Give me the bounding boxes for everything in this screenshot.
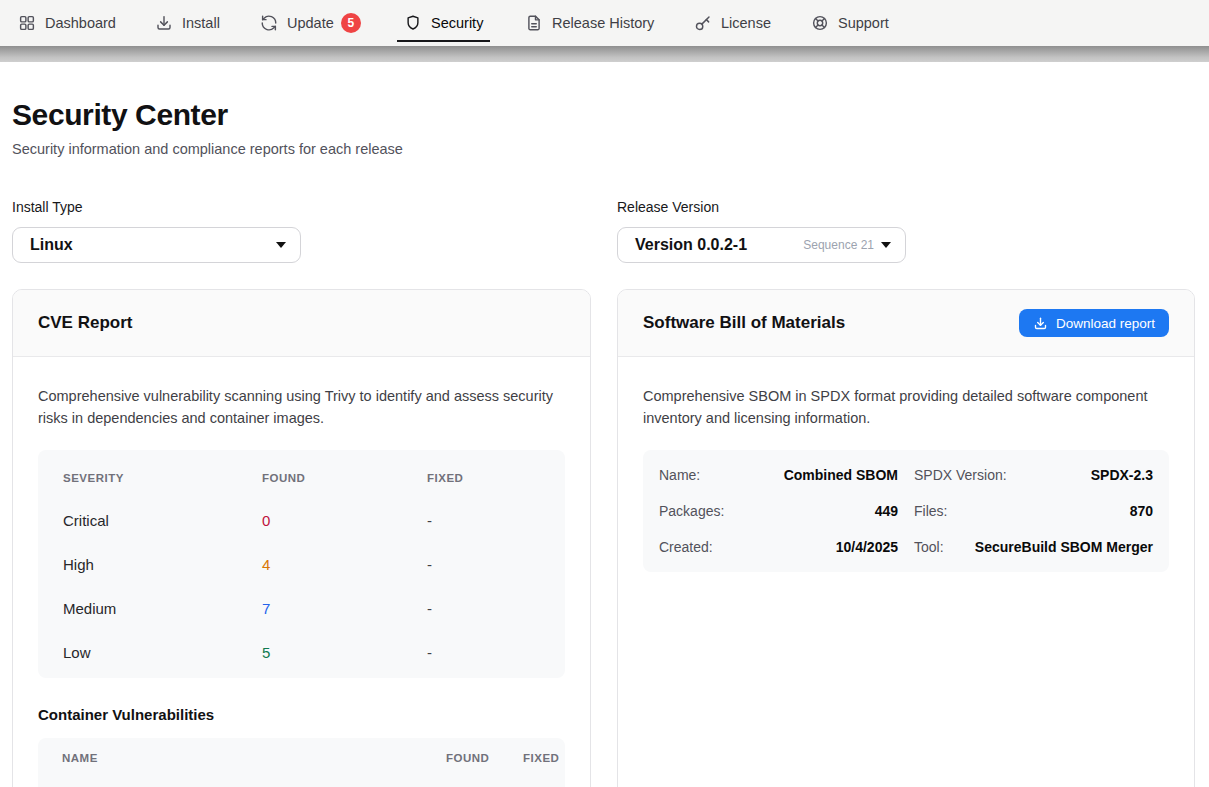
found-value: 4 [262, 556, 427, 573]
document-icon [525, 14, 543, 32]
detail-label: Packages: [659, 503, 724, 519]
sbom-detail-files: Files: 870 [914, 493, 1153, 529]
col-name: NAME [62, 752, 446, 764]
col-found: FOUND [262, 472, 427, 484]
detail-label: SPDX Version: [914, 467, 1007, 483]
release-version-sequence: Sequence 21 [803, 238, 874, 252]
download-report-label: Download report [1056, 316, 1155, 331]
top-nav: Dashboard Install Update 5 Security Rele… [0, 0, 1209, 46]
severity-label: Critical [63, 512, 262, 529]
release-version-select[interactable]: Version 0.0.2-1 Sequence 21 [617, 227, 906, 263]
col-fixed: FIXED [523, 752, 559, 764]
nav-item-dashboard[interactable]: Dashboard [18, 0, 116, 46]
table-row: Medium 7 - [38, 586, 565, 630]
release-version-filter: Release Version Version 0.0.2-1 Sequence… [617, 199, 1195, 263]
col-fixed: FIXED [427, 472, 541, 484]
detail-value: SPDX-2.3 [1091, 467, 1153, 483]
chevron-down-icon [881, 242, 891, 248]
detail-label: Files: [914, 503, 947, 519]
sbom-details: Name: Combined SBOM SPDX Version: SPDX-2… [643, 450, 1169, 572]
update-badge: 5 [341, 13, 361, 33]
severity-table: SEVERITY FOUND FIXED Critical 0 - High 4… [38, 450, 565, 678]
nav-label: Dashboard [45, 15, 116, 31]
download-icon [1033, 316, 1048, 331]
sbom-detail-spdx-version: SPDX Version: SPDX-2.3 [914, 457, 1153, 493]
fixed-value: - [427, 556, 541, 573]
nav-item-update[interactable]: Update 5 [260, 0, 361, 46]
sbom-card: Software Bill of Materials Download repo… [617, 289, 1195, 787]
sbom-detail-tool: Tool: SecureBuild SBOM Merger [914, 529, 1153, 565]
refresh-icon [260, 14, 278, 32]
page-subtitle: Security information and compliance repo… [12, 141, 1195, 157]
col-severity: SEVERITY [63, 472, 262, 484]
fixed-value: - [427, 512, 541, 529]
detail-value: SecureBuild SBOM Merger [975, 539, 1153, 555]
sbom-card-header: Software Bill of Materials Download repo… [618, 290, 1194, 357]
fixed-value: - [427, 600, 541, 617]
container-vulnerabilities-title: Container Vulnerabilities [38, 706, 565, 724]
cve-report-card: CVE Report Comprehensive vulnerability s… [12, 289, 591, 787]
nav-item-security[interactable]: Security [404, 0, 483, 46]
sbom-detail-packages: Packages: 449 [659, 493, 898, 529]
nav-item-support[interactable]: Support [811, 0, 889, 46]
install-type-value: Linux [30, 236, 276, 254]
cve-card-header: CVE Report [13, 290, 590, 357]
nav-label: Update [287, 15, 334, 31]
page-title: Security Center [12, 98, 1195, 132]
cve-card-title: CVE Report [38, 313, 132, 333]
filters-row: Install Type Linux Release Version Versi… [12, 199, 1195, 263]
install-type-label: Install Type [12, 199, 591, 215]
severity-label: Low [63, 644, 262, 661]
nav-item-release-history[interactable]: Release History [525, 0, 654, 46]
severity-label: Medium [63, 600, 262, 617]
detail-label: Created: [659, 539, 713, 555]
cve-description: Comprehensive vulnerability scanning usi… [38, 386, 565, 429]
sbom-detail-created: Created: 10/4/2025 [659, 529, 898, 565]
detail-value: 449 [875, 503, 898, 519]
download-icon [155, 14, 173, 32]
container-table-header: NAME FOUND FIXED [38, 738, 565, 778]
table-row: Low 5 - [38, 630, 565, 674]
window-divider [0, 46, 1209, 62]
cve-card-body: Comprehensive vulnerability scanning usi… [13, 357, 590, 787]
nav-item-license[interactable]: License [694, 0, 771, 46]
lifebuoy-icon [811, 14, 829, 32]
detail-value: 10/4/2025 [836, 539, 898, 555]
install-type-filter: Install Type Linux [12, 199, 591, 263]
nav-label: Support [838, 15, 889, 31]
found-value: 7 [262, 600, 427, 617]
release-version-value: Version 0.0.2-1 [635, 236, 803, 254]
chevron-down-icon [276, 242, 286, 248]
nav-label: License [721, 15, 771, 31]
sbom-card-title: Software Bill of Materials [643, 313, 845, 333]
main-content: Security Center Security information and… [0, 98, 1209, 787]
sbom-detail-name: Name: Combined SBOM [659, 457, 898, 493]
table-row: Critical 0 - [38, 498, 565, 542]
found-value: 0 [262, 512, 427, 529]
found-value: 5 [262, 644, 427, 661]
detail-label: Name: [659, 467, 700, 483]
container-table: NAME FOUND FIXED [38, 738, 565, 787]
severity-label: High [63, 556, 262, 573]
nav-item-install[interactable]: Install [155, 0, 220, 46]
severity-table-header: SEVERITY FOUND FIXED [38, 458, 565, 498]
sbom-card-body: Comprehensive SBOM in SPDX format provid… [618, 357, 1194, 601]
col-found: FOUND [446, 752, 523, 764]
detail-value: Combined SBOM [784, 467, 898, 483]
fixed-value: - [427, 644, 541, 661]
key-icon [694, 14, 712, 32]
install-type-select[interactable]: Linux [12, 227, 301, 263]
detail-value: 870 [1130, 503, 1153, 519]
release-version-label: Release Version [617, 199, 1195, 215]
nav-label: Install [182, 15, 220, 31]
nav-label: Security [431, 15, 483, 31]
dashboard-icon [18, 14, 36, 32]
sbom-description: Comprehensive SBOM in SPDX format provid… [643, 386, 1169, 429]
table-row: High 4 - [38, 542, 565, 586]
shield-icon [404, 14, 422, 32]
download-report-button[interactable]: Download report [1019, 309, 1169, 337]
cards-row: CVE Report Comprehensive vulnerability s… [12, 289, 1195, 787]
detail-label: Tool: [914, 539, 944, 555]
nav-label: Release History [552, 15, 654, 31]
